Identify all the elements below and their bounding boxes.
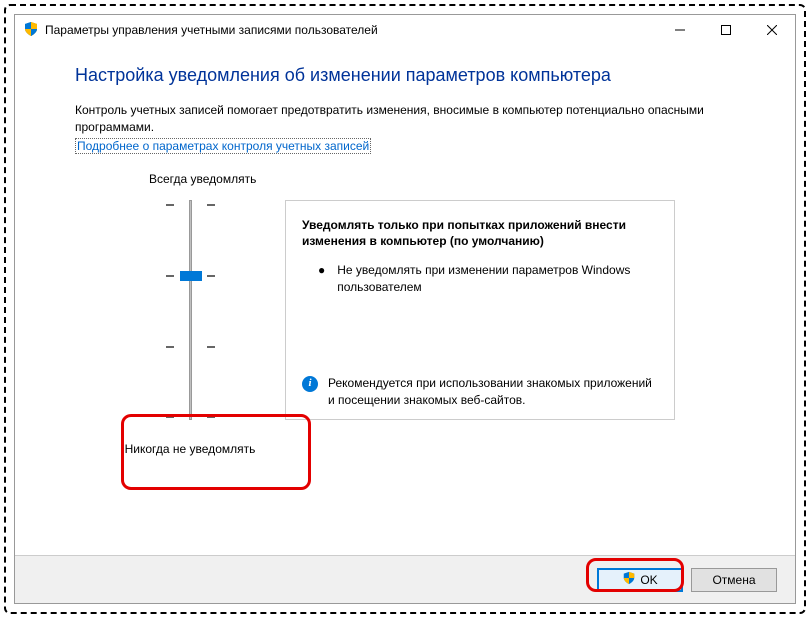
slider-area: Всегда уведомлять	[115, 172, 735, 456]
info-icon: i	[302, 376, 318, 392]
slider-tick	[166, 204, 174, 206]
close-button[interactable]	[749, 15, 795, 45]
window-controls	[657, 15, 795, 45]
cancel-button-label: Отмена	[712, 573, 755, 587]
learn-more-link[interactable]: Подробнее о параметрах контроля учетных …	[75, 138, 371, 154]
info-recommendation-text: Рекомендуется при использовании знакомых…	[328, 375, 658, 409]
shield-icon	[622, 571, 636, 588]
cancel-button[interactable]: Отмена	[691, 568, 777, 592]
page-heading: Настройка уведомления об изменении парам…	[75, 65, 735, 86]
slider-tick	[166, 346, 174, 348]
info-recommendation: i Рекомендуется при использовании знаком…	[302, 375, 658, 409]
bullet-icon: ●	[318, 262, 325, 296]
screenshot-border: Параметры управления учетными записями п…	[4, 4, 806, 614]
info-box: Уведомлять только при попытках приложени…	[285, 200, 675, 420]
ok-button[interactable]: OK	[597, 568, 683, 592]
dialog-footer: OK Отмена	[15, 555, 795, 603]
uac-slider[interactable]	[189, 200, 192, 420]
slider-tick	[166, 416, 174, 418]
slider-tick	[166, 275, 174, 277]
slider-tick	[207, 346, 215, 348]
description-text: Контроль учетных записей помогает предот…	[75, 102, 735, 136]
ok-button-label: OK	[640, 573, 657, 587]
shield-icon	[23, 21, 45, 40]
content-area: Настройка уведомления об изменении парам…	[15, 45, 795, 555]
slider-top-label: Всегда уведомлять	[149, 172, 256, 186]
minimize-button[interactable]	[657, 15, 703, 45]
slider-column: Всегда уведомлять	[115, 172, 265, 456]
slider-tick	[207, 275, 215, 277]
info-column: Уведомлять только при попытках приложени…	[285, 200, 735, 456]
slider-track-wrap	[140, 200, 240, 420]
maximize-button[interactable]	[703, 15, 749, 45]
info-title: Уведомлять только при попытках приложени…	[302, 217, 658, 251]
slider-tick	[207, 416, 215, 418]
slider-bottom-label: Никогда не уведомлять	[125, 442, 256, 456]
slider-thumb[interactable]	[180, 271, 202, 281]
slider-tick	[207, 204, 215, 206]
uac-settings-window: Параметры управления учетными записями п…	[14, 14, 796, 604]
info-bullet: ● Не уведомлять при изменении параметров…	[318, 262, 658, 296]
info-bullet-text: Не уведомлять при изменении параметров W…	[337, 262, 658, 296]
titlebar: Параметры управления учетными записями п…	[15, 15, 795, 45]
window-title: Параметры управления учетными записями п…	[45, 23, 657, 37]
